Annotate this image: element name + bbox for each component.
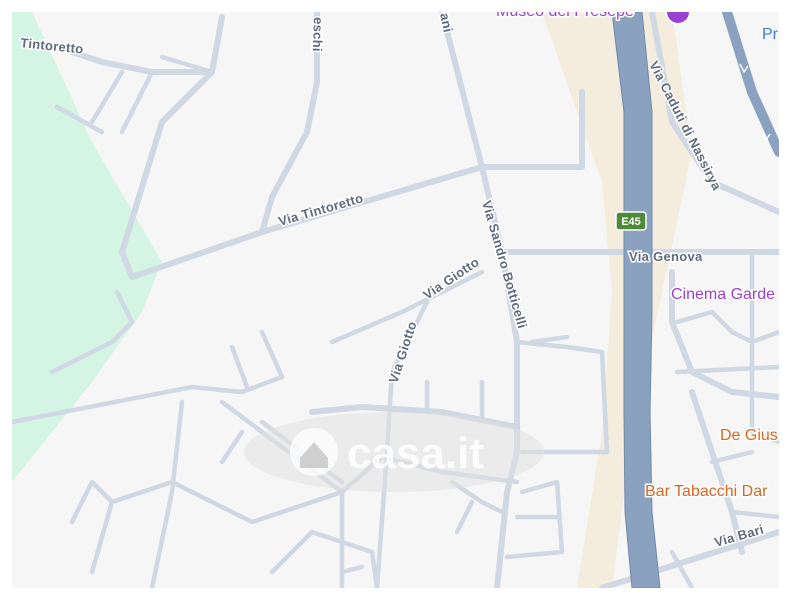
map-canvas[interactable]: Tintoretto Via Tintoretto eschi ani Via … (12, 12, 779, 588)
watermark-text: casa.it (347, 429, 484, 478)
house-icon (290, 428, 338, 476)
poi-bar[interactable]: Bar Tabacchi Dar (644, 482, 770, 502)
poi-cinema[interactable]: Cinema Garde (670, 285, 777, 305)
map-frame: Tintoretto Via Tintoretto eschi ani Via … (0, 0, 792, 600)
poi-degius[interactable]: De Gius (719, 426, 780, 446)
street-label-veronese: eschi (310, 17, 326, 52)
watermark: casa.it (244, 412, 544, 492)
poi-pr[interactable]: Pr (762, 26, 779, 43)
highway-shield-e45: E45 (615, 211, 647, 231)
highway-shield-label: E45 (621, 216, 641, 228)
street-label-genova: Via Genova (629, 249, 703, 264)
poi-museo[interactable]: Museo del Presepe (495, 12, 636, 22)
